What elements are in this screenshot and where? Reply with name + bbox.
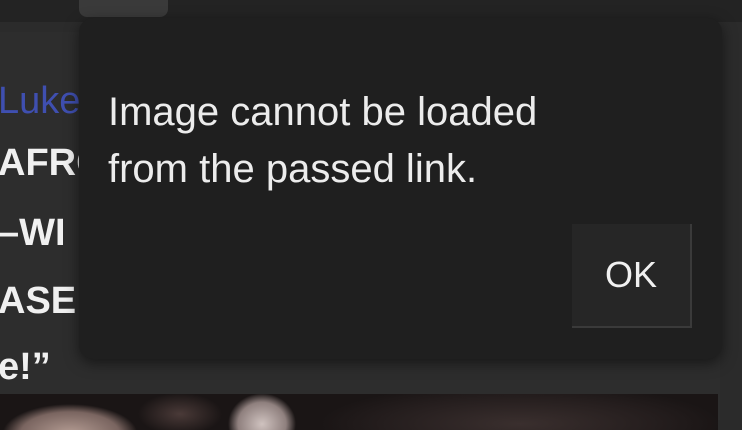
- dialog-message-line-2: from the passed link.: [108, 147, 478, 191]
- article-photo: [0, 394, 718, 430]
- alert-dialog: Image cannot be loaded from the passed l…: [79, 18, 722, 359]
- browser-tab[interactable]: [79, 0, 168, 17]
- headline-line-2: –WI: [0, 212, 66, 254]
- dialog-message-line-1: Image cannot be loaded: [108, 90, 538, 134]
- author-link[interactable]: Luke: [0, 80, 80, 123]
- headline-line-4: e!”: [0, 346, 51, 388]
- dialog-message: Image cannot be loaded from the passed l…: [108, 84, 698, 198]
- ok-button[interactable]: OK: [572, 224, 692, 328]
- headline-line-3: ASE: [0, 280, 77, 322]
